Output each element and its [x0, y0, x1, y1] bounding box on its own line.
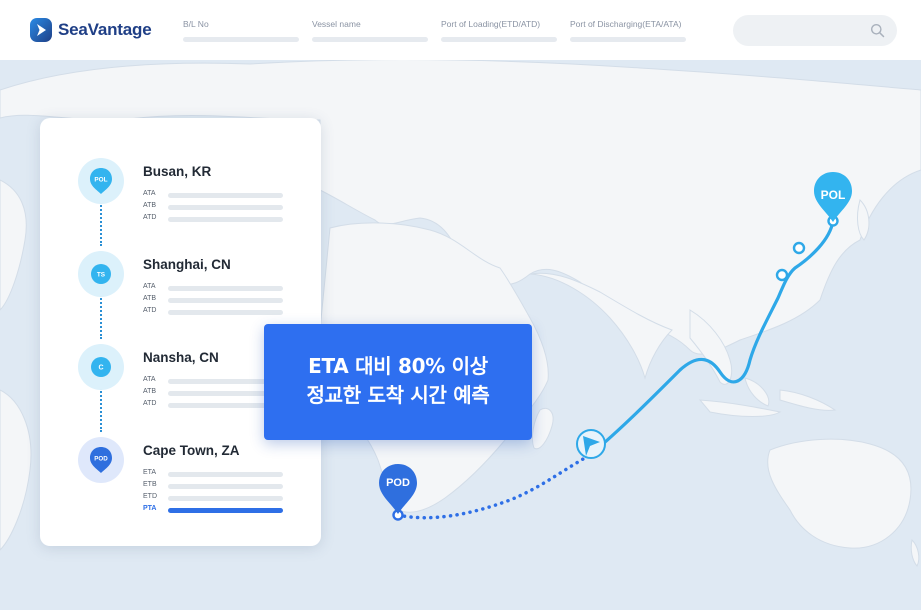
eta-accuracy-banner: ETA 대비 80% 이상 정교한 도착 시간 예측: [264, 324, 532, 440]
port-of-loading-field[interactable]: Port of Loading(ETD/ATD): [441, 19, 557, 42]
vessel-name-input[interactable]: [312, 37, 428, 42]
eta-row: ETA: [143, 469, 293, 480]
top-bar: SeaVantage B/L No Vessel name Port of Lo…: [0, 0, 921, 60]
waypoint-2: [775, 268, 789, 282]
pol-pin-icon: POL: [90, 168, 112, 194]
c-badge-text: C: [98, 365, 103, 372]
atd-row: ATD: [143, 214, 293, 225]
waypoint-1: [792, 241, 806, 255]
pol-badge: POL: [78, 158, 124, 204]
pod-map-pin[interactable]: POD: [377, 462, 419, 516]
app-name: SeaVantage: [58, 20, 152, 39]
pol-map-pin[interactable]: POL: [812, 170, 854, 224]
search-icon[interactable]: [870, 23, 885, 38]
pta-row: PTA: [143, 505, 293, 516]
ts-badge-text: TS: [97, 272, 106, 279]
port-call-icon: C: [91, 357, 111, 377]
banner-line-2: 정교한 도착 시간 예측: [306, 383, 490, 407]
pol-pin-label: POL: [820, 188, 846, 202]
port-of-discharging-field[interactable]: Port of Discharging(ETA/ATA): [570, 19, 686, 42]
port-of-loading-label: Port of Loading(ETD/ATD): [441, 19, 541, 29]
atb-row: ATB: [143, 202, 293, 213]
banner-line-1: ETA 대비 80% 이상: [308, 354, 488, 378]
stop-name: Cape Town, ZA: [143, 443, 240, 458]
pod-pin-icon: [379, 464, 417, 514]
etd-row: ETD: [143, 493, 293, 504]
pod-pin-label: POD: [386, 477, 410, 489]
c-badge: C: [78, 344, 124, 390]
vessel-icon: [576, 429, 606, 459]
seavantage-logo[interactable]: SeaVantage: [30, 17, 152, 43]
pod-badge-text: POD: [94, 456, 108, 463]
atb-row: ATB: [143, 295, 293, 306]
port-of-loading-input[interactable]: [441, 37, 557, 42]
bl-no-label: B/L No: [183, 19, 209, 29]
pod-pin-icon: POD: [90, 447, 112, 473]
port-of-discharging-input[interactable]: [570, 37, 686, 42]
port-of-discharging-label: Port of Discharging(ETA/ATA): [570, 19, 682, 29]
ata-row: ATA: [143, 190, 293, 201]
atd-row: ATD: [143, 307, 293, 318]
ts-badge: TS: [78, 251, 124, 297]
pod-badge: POD: [78, 437, 124, 483]
logo-mark-icon: [30, 18, 52, 42]
stop-name: Busan, KR: [143, 164, 212, 179]
transshipment-icon: TS: [91, 264, 111, 284]
stop-cape-town[interactable]: POD Cape Town, ZA ETA ETB ETD PTA: [40, 437, 321, 537]
stop-name: Nansha, CN: [143, 350, 219, 365]
bl-no-field[interactable]: B/L No: [183, 19, 299, 42]
vessel-name-label: Vessel name: [312, 19, 361, 29]
ata-row: ATA: [143, 283, 293, 294]
etb-row: ETB: [143, 481, 293, 492]
bl-no-input[interactable]: [183, 37, 299, 42]
search-input[interactable]: [733, 15, 897, 46]
pol-badge-text: POL: [94, 177, 107, 184]
stop-name: Shanghai, CN: [143, 257, 231, 272]
vessel-name-field[interactable]: Vessel name: [312, 19, 428, 42]
stop-busan[interactable]: POL Busan, KR ATA ATB ATD: [40, 158, 321, 248]
